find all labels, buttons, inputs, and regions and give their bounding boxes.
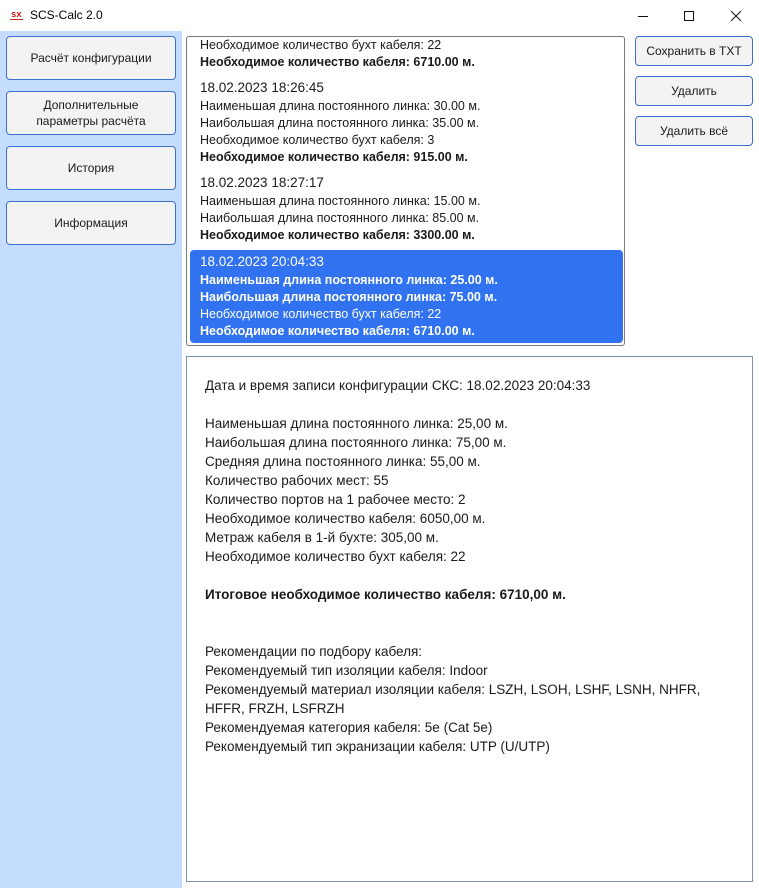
- history-entry-total: Необходимое количество кабеля: 6710.00 м…: [200, 324, 475, 338]
- nav-extra-params-label: Дополнительные параметры расчёта: [36, 98, 146, 128]
- history-entry-total: Необходимое количество кабеля: 3300.00 м…: [200, 228, 475, 242]
- history-entry-total: Необходимое количество кабеля: 6710.00 м…: [200, 55, 475, 69]
- delete-button[interactable]: Удалить: [635, 76, 753, 106]
- details-param: Необходимое количество кабеля: 6050,00 м…: [205, 511, 486, 526]
- minimize-icon: [638, 15, 648, 17]
- nav-history-button[interactable]: История: [6, 146, 176, 190]
- details-param: Необходимое количество бухт кабеля: 22: [205, 549, 466, 564]
- nav-info-label: Информация: [54, 216, 128, 230]
- history-entry-line: Необходимое количество бухт кабеля: 22: [200, 38, 442, 52]
- history-entry-line: Наименьшая длина постоянного линка: 15.0…: [200, 194, 481, 208]
- minimize-button[interactable]: [620, 0, 666, 31]
- nav-extra-params-button[interactable]: Дополнительные параметры расчёта: [6, 91, 176, 135]
- close-button[interactable]: [713, 0, 759, 31]
- details-param: Наименьшая длина постоянного линка: 25,0…: [205, 416, 508, 431]
- save-txt-label: Сохранить в TXT: [646, 44, 742, 58]
- save-txt-button[interactable]: Сохранить в TXT: [635, 36, 753, 66]
- history-list[interactable]: Необходимое количество бухт кабеля: 22 Н…: [186, 36, 625, 346]
- history-entry-line: Наибольшая длина постоянного линка: 85.0…: [200, 211, 480, 225]
- details-datetime: Дата и время записи конфигурации СКС: 18…: [205, 378, 591, 393]
- nav-info-button[interactable]: Информация: [6, 201, 176, 245]
- history-entry-line: Необходимое количество бухт кабеля: 3: [200, 133, 435, 147]
- nav-history-label: История: [67, 161, 115, 175]
- details-param: Наибольшая длина постоянного линка: 75,0…: [205, 435, 507, 450]
- nav-calculation-label: Расчёт конфигурации: [30, 51, 152, 65]
- history-entry-date: 18.02.2023 20:04:33: [200, 254, 324, 269]
- history-entry-line: Наименьшая длина постоянного линка: 30.0…: [200, 99, 481, 113]
- details-total: Итоговое необходимое количество кабеля: …: [205, 587, 566, 602]
- maximize-button[interactable]: [666, 0, 712, 31]
- history-entry[interactable]: 18.02.2023 18:27:17 Наименьшая длина пос…: [190, 173, 623, 244]
- history-entry-partial[interactable]: Необходимое количество бухт кабеля: 22 Н…: [190, 37, 623, 71]
- close-icon: [730, 10, 742, 21]
- details-recommendation: Рекомендуемый материал изоляции кабеля: …: [205, 682, 705, 716]
- history-entry-line: Наибольшая длина постоянного линка: 75.0…: [200, 290, 498, 304]
- history-entry-line: Наименьшая длина постоянного линка: 25.0…: [200, 273, 498, 287]
- details-param: Количество рабочих мест: 55: [205, 473, 389, 488]
- details-param: Средняя длина постоянного линка: 55,00 м…: [205, 454, 481, 469]
- history-entry-date: 18.02.2023 18:27:17: [200, 175, 324, 190]
- history-entry-line: Необходимое количество бухт кабеля: 22: [200, 307, 442, 321]
- title-bar: SX SCS-Calc 2.0: [0, 0, 759, 31]
- history-entry-date: 18.02.2023 18:26:45: [200, 80, 324, 95]
- details-param: Метраж кабеля в 1-й бухте: 305,00 м.: [205, 530, 439, 545]
- details-recommendation: Рекомендуемый тип изоляции кабеля: Indoo…: [205, 663, 488, 678]
- sidebar: Расчёт конфигурации Дополнительные парам…: [0, 31, 182, 888]
- window-title: SCS-Calc 2.0: [30, 8, 103, 22]
- details-param: Количество портов на 1 рабочее место: 2: [205, 492, 466, 507]
- maximize-icon: [684, 10, 694, 21]
- nav-calculation-button[interactable]: Расчёт конфигурации: [6, 36, 176, 80]
- delete-all-button[interactable]: Удалить всё: [635, 116, 753, 146]
- details-recommendation: Рекомендуемая категория кабеля: 5e (Cat …: [205, 720, 493, 735]
- delete-label: Удалить: [671, 84, 717, 98]
- details-recommendation-header: Рекомендации по подбору кабеля:: [205, 644, 423, 659]
- history-entry-selected[interactable]: 18.02.2023 20:04:33 Наименьшая длина пос…: [190, 250, 623, 343]
- app-logo-icon: SX: [10, 11, 23, 20]
- delete-all-label: Удалить всё: [659, 124, 729, 138]
- history-entry[interactable]: 18.02.2023 18:26:45 Наименьшая длина пос…: [190, 78, 623, 166]
- history-entry-total: Необходимое количество кабеля: 915.00 м.: [200, 150, 468, 164]
- details-panel[interactable]: Дата и время записи конфигурации СКС: 18…: [186, 356, 753, 882]
- history-entry-line: Наибольшая длина постоянного линка: 35.0…: [200, 116, 480, 130]
- details-recommendation: Рекомендуемый тип экранизации кабеля: UT…: [205, 739, 550, 754]
